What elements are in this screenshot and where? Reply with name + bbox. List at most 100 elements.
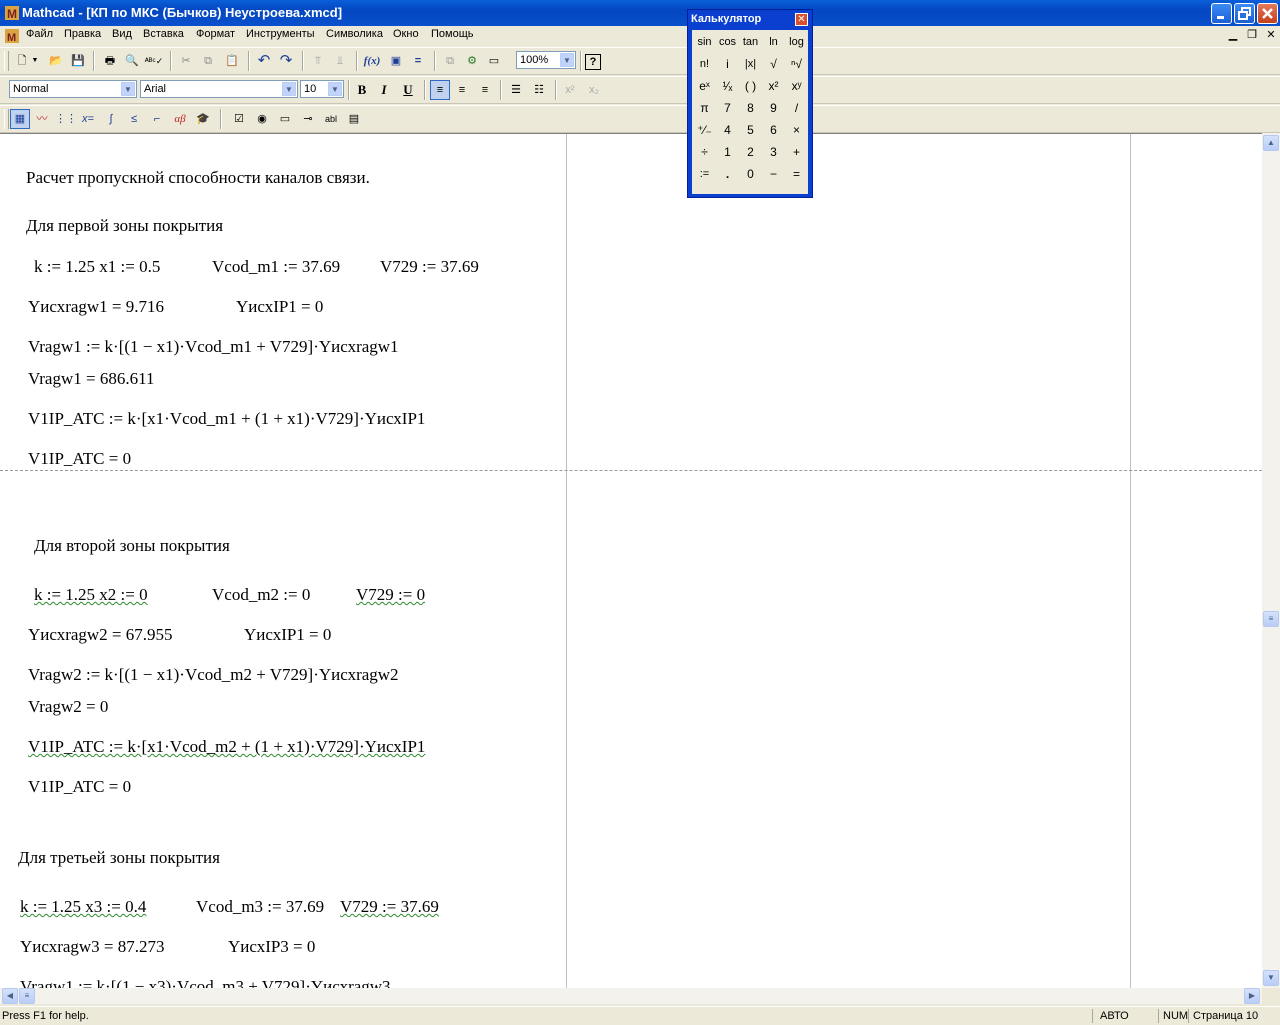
text-region-zone1[interactable]: Для первой зоны покрытия bbox=[26, 216, 223, 236]
math-region[interactable]: Vragw2 := k·[(1 − x1)·Vcod_m2 + V729]·Yи… bbox=[28, 665, 399, 685]
calc-key-sqrt[interactable]: √ bbox=[762, 53, 785, 75]
calc-key-define[interactable]: := bbox=[693, 163, 716, 185]
close-button[interactable] bbox=[1257, 3, 1278, 24]
math-region[interactable]: Vragw2 = 0 bbox=[28, 697, 108, 717]
chevron-down-icon[interactable]: ▼ bbox=[121, 82, 135, 96]
math-region[interactable]: Yисхragw1 = 9.716 bbox=[28, 297, 164, 317]
calculator-icon[interactable]: ▦ bbox=[10, 109, 30, 129]
calc-key-plus[interactable]: + bbox=[785, 141, 808, 163]
calc-key-square[interactable]: x² bbox=[762, 75, 785, 97]
math-region[interactable]: V729 := 37.69 bbox=[340, 897, 439, 917]
restore-button[interactable] bbox=[1234, 3, 1255, 24]
calc-key-power[interactable]: xʸ bbox=[785, 75, 808, 97]
math-region[interactable]: k := 1.25 x3 := 0.4 bbox=[20, 897, 146, 917]
text-region-zone2[interactable]: Для второй зоны покрытия bbox=[34, 536, 230, 556]
menu-symbolics[interactable]: Символика bbox=[326, 28, 383, 40]
calc-key-3[interactable]: 3 bbox=[762, 141, 785, 163]
bullets-icon[interactable]: ☰ bbox=[506, 80, 526, 100]
math-region[interactable]: Yисхragw3 = 87.273 bbox=[20, 937, 165, 957]
calc-key-divide-slash[interactable]: / bbox=[785, 97, 808, 119]
calculus-icon[interactable]: ∫ bbox=[101, 109, 121, 129]
numbering-icon[interactable]: ☷ bbox=[529, 80, 549, 100]
align-center-icon[interactable]: ≡ bbox=[452, 80, 472, 100]
menu-help[interactable]: Помощь bbox=[431, 28, 474, 40]
math-region[interactable]: V1IP_ATC = 0 bbox=[28, 777, 131, 797]
chevron-down-icon[interactable]: ▼ bbox=[560, 53, 574, 67]
math-region[interactable]: Vcod_m3 := 37.69 bbox=[196, 897, 324, 917]
calc-key-plus-minus[interactable]: ⁺⁄₋ bbox=[693, 119, 716, 141]
scroll-down-icon[interactable]: ▼ bbox=[1263, 970, 1279, 986]
calc-key-5[interactable]: 5 bbox=[739, 119, 762, 141]
math-region[interactable]: YисхIP1 = 0 bbox=[244, 625, 331, 645]
toolbar-grip[interactable] bbox=[4, 109, 9, 129]
calc-key-minus[interactable]: − bbox=[762, 163, 785, 185]
calc-key-1[interactable]: 1 bbox=[716, 141, 739, 163]
math-region[interactable]: V729 := 0 bbox=[356, 585, 425, 605]
calc-key-0[interactable]: 0 bbox=[739, 163, 762, 185]
calc-key-cos[interactable]: cos bbox=[716, 31, 739, 53]
doc-minimize-icon[interactable]: ▁ bbox=[1226, 28, 1240, 42]
help-icon[interactable]: ? bbox=[585, 54, 601, 70]
calc-key-decimal[interactable]: . bbox=[716, 163, 739, 185]
mathcad-app-icon[interactable]: M bbox=[4, 5, 20, 21]
insert-unit-icon[interactable]: ▣ bbox=[386, 51, 406, 71]
math-region[interactable]: Vragw1 = 686.611 bbox=[28, 369, 154, 389]
math-region[interactable]: Vcod_m2 := 0 bbox=[212, 585, 310, 605]
print-icon[interactable]: 🖶 bbox=[100, 51, 120, 71]
align-left-icon[interactable]: ≡ bbox=[430, 80, 450, 100]
menu-tools[interactable]: Инструменты bbox=[246, 28, 315, 40]
scroll-left-icon[interactable]: ◀ bbox=[2, 988, 18, 1004]
menu-file[interactable]: Файл bbox=[26, 28, 53, 40]
calculator-palette[interactable]: Калькулятор ✕ sin cos tan ln log n! i |x… bbox=[687, 9, 813, 198]
doc-restore-icon[interactable]: ❐ bbox=[1245, 28, 1259, 42]
calc-key-2[interactable]: 2 bbox=[739, 141, 762, 163]
menu-view[interactable]: Вид bbox=[112, 28, 132, 40]
scroll-up-icon[interactable]: ▲ bbox=[1263, 135, 1279, 151]
calc-key-divide[interactable]: ÷ bbox=[693, 141, 716, 163]
chevron-down-icon[interactable]: ▼ bbox=[328, 82, 342, 96]
math-region[interactable]: k := 1.25 x2 := 0 bbox=[34, 585, 148, 605]
evaluation-icon[interactable]: x= bbox=[78, 109, 98, 129]
horizontal-scrollbar[interactable]: ◀ ≡ ▶ bbox=[0, 988, 1262, 1004]
calc-key-exp[interactable]: eˣ bbox=[693, 75, 716, 97]
bold-button[interactable]: B bbox=[352, 80, 372, 100]
text-region-title[interactable]: Расчет пропускной способности каналов св… bbox=[26, 168, 370, 188]
calc-key-log[interactable]: log bbox=[785, 31, 808, 53]
superscript-icon[interactable]: x² bbox=[560, 80, 580, 100]
math-region[interactable]: YисхIP1 = 0 bbox=[236, 297, 323, 317]
calc-key-6[interactable]: 6 bbox=[762, 119, 785, 141]
list-box-icon[interactable]: ▤ bbox=[344, 109, 364, 129]
math-region[interactable]: Yисхragw2 = 67.955 bbox=[28, 625, 173, 645]
boolean-icon[interactable]: ≤ bbox=[124, 109, 144, 129]
align-right-icon[interactable]: ≡ bbox=[475, 80, 495, 100]
graph-icon[interactable]: 〰 bbox=[32, 109, 52, 129]
calc-key-8[interactable]: 8 bbox=[739, 97, 762, 119]
calc-key-pi[interactable]: π bbox=[693, 97, 716, 119]
print-preview-icon[interactable]: 🔍 bbox=[122, 51, 142, 71]
calc-key-absolute[interactable]: |x| bbox=[739, 53, 762, 75]
style-select[interactable]: Normal ▼ bbox=[9, 80, 137, 98]
slider-icon[interactable]: ⊸ bbox=[298, 109, 318, 129]
greek-icon[interactable]: αβ bbox=[170, 109, 190, 129]
calc-key-nth-root[interactable]: ⁿ√ bbox=[785, 53, 808, 75]
italic-button[interactable]: I bbox=[374, 80, 394, 100]
redo-icon[interactable]: ↷ bbox=[276, 51, 296, 71]
scroll-thumb-horizontal[interactable]: ≡ bbox=[19, 988, 35, 1004]
save-icon[interactable]: 💾 bbox=[68, 51, 88, 71]
worksheet[interactable]: Расчет пропускной способности каналов св… bbox=[0, 133, 1262, 989]
menu-insert[interactable]: Вставка bbox=[143, 28, 184, 40]
programming-icon[interactable]: ⌐ bbox=[147, 109, 167, 129]
insert-function-icon[interactable]: f(x) bbox=[362, 51, 382, 71]
subscript-icon[interactable]: x₂ bbox=[584, 80, 604, 100]
math-region[interactable]: V1IP_ATC = 0 bbox=[28, 449, 131, 469]
cut-icon[interactable]: ✂ bbox=[176, 51, 196, 71]
menu-edit[interactable]: Правка bbox=[64, 28, 101, 40]
open-icon[interactable]: 📂 bbox=[46, 51, 66, 71]
symbolic-icon[interactable]: 🎓 bbox=[193, 109, 213, 129]
calc-key-4[interactable]: 4 bbox=[716, 119, 739, 141]
zoom-select[interactable]: 100% ▼ bbox=[516, 51, 576, 69]
document-icon[interactable]: M bbox=[4, 28, 20, 44]
undo-icon[interactable]: ↶ bbox=[254, 51, 274, 71]
calc-key-parentheses[interactable]: ( ) bbox=[739, 75, 762, 97]
calc-key-factorial[interactable]: n! bbox=[693, 53, 716, 75]
